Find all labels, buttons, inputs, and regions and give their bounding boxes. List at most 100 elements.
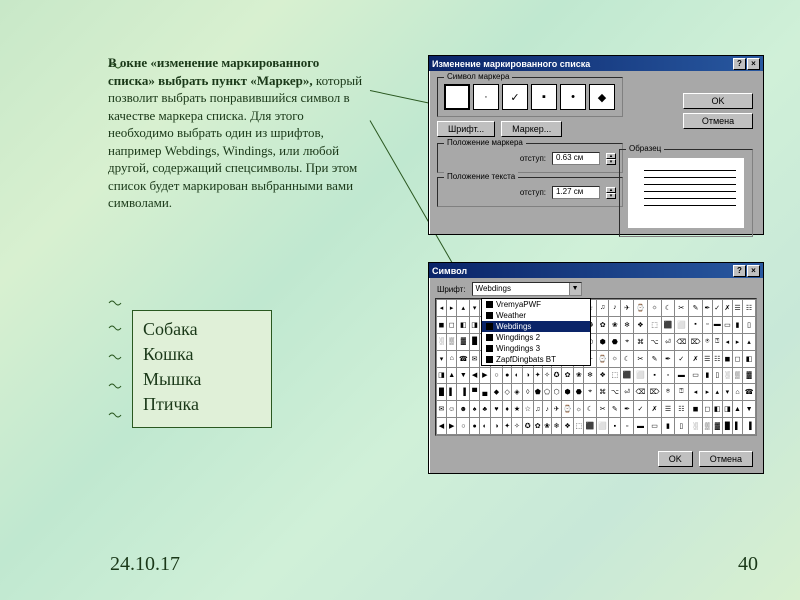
- symbol-cell[interactable]: ✓: [712, 300, 722, 317]
- symbol-cell[interactable]: ☎: [457, 350, 470, 367]
- symbol-cell[interactable]: ☼: [574, 401, 584, 418]
- symbol-cell[interactable]: ♣: [480, 401, 491, 418]
- symbol-cell[interactable]: ✂: [633, 350, 647, 367]
- symbol-cell[interactable]: ✉: [470, 350, 480, 367]
- symbol-cell[interactable]: ☼: [609, 350, 621, 367]
- symbol-cell[interactable]: ◈: [512, 384, 523, 401]
- symbol-cell[interactable]: ☾: [584, 401, 597, 418]
- symbol-cell[interactable]: ◆: [490, 384, 503, 401]
- marker-button[interactable]: Маркер...: [501, 121, 562, 137]
- symbol-cell[interactable]: ▐: [743, 418, 756, 435]
- symbol-cell[interactable]: ✗: [722, 300, 732, 317]
- symbol-cell[interactable]: ◧: [712, 401, 722, 418]
- symbol-cell[interactable]: ⍟: [662, 384, 675, 401]
- symbol-cell[interactable]: ▾: [437, 350, 447, 367]
- symbol-cell[interactable]: ✦: [503, 418, 512, 435]
- symbol-cell[interactable]: ✂: [674, 300, 688, 317]
- symbol-cell[interactable]: ▒: [703, 418, 712, 435]
- marker-option[interactable]: ·: [473, 84, 499, 110]
- symbol-cell[interactable]: ▬: [674, 367, 688, 384]
- symbol-cell[interactable]: ◂: [722, 333, 732, 350]
- symbol-cell[interactable]: ◐: [480, 418, 491, 435]
- font-option[interactable]: Webdings: [482, 321, 590, 332]
- symbol-cell[interactable]: ◻: [703, 401, 712, 418]
- symbol-cell[interactable]: ▒: [732, 367, 742, 384]
- symbol-cell[interactable]: ⬠: [542, 384, 551, 401]
- cancel-button[interactable]: Отмена: [699, 451, 753, 467]
- symbol-cell[interactable]: ⬚: [574, 418, 584, 435]
- font-button[interactable]: Шрифт...: [437, 121, 495, 137]
- symbol-cell[interactable]: ▓: [712, 418, 722, 435]
- ok-button[interactable]: OK: [683, 93, 753, 109]
- symbol-cell[interactable]: ◻: [446, 316, 457, 333]
- symbol-cell[interactable]: ▄: [480, 384, 491, 401]
- symbol-cell[interactable]: ✦: [533, 367, 542, 384]
- symbol-cell[interactable]: ▭: [688, 367, 702, 384]
- symbol-cell[interactable]: ⍰: [712, 333, 722, 350]
- symbol-cell[interactable]: ⬢: [561, 384, 574, 401]
- symbol-cell[interactable]: ⌫: [633, 384, 647, 401]
- symbol-cell[interactable]: ☻: [457, 401, 470, 418]
- symbol-cell[interactable]: ▭: [648, 418, 662, 435]
- symbol-cell[interactable]: ⬢: [596, 333, 609, 350]
- symbol-cell[interactable]: ❄: [584, 367, 597, 384]
- symbol-cell[interactable]: ⬜: [633, 367, 647, 384]
- symbol-cell[interactable]: ◨: [437, 367, 447, 384]
- symbol-cell[interactable]: ⏎: [621, 384, 634, 401]
- symbol-cell[interactable]: ▌: [732, 418, 742, 435]
- symbol-cell[interactable]: ⌦: [648, 384, 662, 401]
- symbol-cell[interactable]: ❀: [574, 367, 584, 384]
- marker-option[interactable]: ✓: [502, 84, 528, 110]
- symbol-cell[interactable]: ☰: [662, 401, 675, 418]
- symbol-cell[interactable]: ❖: [561, 418, 574, 435]
- symbol-cell[interactable]: ✓: [674, 350, 688, 367]
- font-option[interactable]: VremyaPWF: [482, 299, 590, 310]
- symbol-cell[interactable]: ♫: [533, 401, 542, 418]
- symbol-cell[interactable]: ▸: [703, 384, 712, 401]
- close-icon[interactable]: ×: [747, 58, 760, 70]
- symbol-cell[interactable]: ◑: [522, 367, 533, 384]
- symbol-cell[interactable]: ✈: [621, 300, 634, 317]
- symbol-cell[interactable]: ▲: [732, 401, 742, 418]
- symbol-cell[interactable]: ▪: [648, 367, 662, 384]
- symbol-cell[interactable]: ✧: [512, 418, 523, 435]
- symbol-cell[interactable]: ▴: [457, 300, 470, 317]
- text-indent-field[interactable]: 1.27 см: [552, 186, 600, 199]
- symbol-cell[interactable]: ♪: [542, 401, 551, 418]
- marker-option[interactable]: •: [560, 84, 586, 110]
- symbol-cell[interactable]: ▴: [743, 333, 756, 350]
- symbol-cell[interactable]: ⏎: [662, 333, 675, 350]
- symbol-cell[interactable]: ❀: [542, 418, 551, 435]
- symbol-cell[interactable]: ✪: [552, 367, 561, 384]
- symbol-cell[interactable]: ⌥: [648, 333, 662, 350]
- symbol-cell[interactable]: ⬛: [621, 367, 634, 384]
- symbol-cell[interactable]: ▲: [446, 367, 457, 384]
- symbol-cell[interactable]: ✿: [596, 316, 609, 333]
- symbol-cell[interactable]: ▯: [743, 316, 756, 333]
- symbol-cell[interactable]: ❄: [621, 316, 634, 333]
- symbol-cell[interactable]: ▾: [722, 384, 732, 401]
- symbol-cell[interactable]: ▫: [662, 367, 675, 384]
- symbol-cell[interactable]: ▬: [633, 418, 647, 435]
- symbol-cell[interactable]: ⌚: [596, 350, 609, 367]
- symbol-cell[interactable]: ☰: [703, 350, 712, 367]
- font-option[interactable]: Wingdings 3: [482, 343, 590, 354]
- symbol-cell[interactable]: ✗: [648, 401, 662, 418]
- symbol-cell[interactable]: ☾: [662, 300, 675, 317]
- symbol-cell[interactable]: ▸: [732, 333, 742, 350]
- symbol-cell[interactable]: ○: [490, 367, 503, 384]
- symbol-cell[interactable]: ⍟: [703, 333, 712, 350]
- symbol-cell[interactable]: ✪: [522, 418, 533, 435]
- symbol-cell[interactable]: ⌂: [446, 350, 457, 367]
- marker-option[interactable]: ◆: [589, 84, 615, 110]
- symbol-cell[interactable]: ⌦: [688, 333, 702, 350]
- symbol-cell[interactable]: ▯: [674, 418, 688, 435]
- symbol-cell[interactable]: ✉: [437, 401, 447, 418]
- marker-indent-field[interactable]: 0.63 см: [552, 152, 600, 165]
- symbol-cell[interactable]: ◀: [437, 418, 447, 435]
- symbol-cell[interactable]: ✎: [609, 401, 621, 418]
- symbol-cell[interactable]: ♪: [609, 300, 621, 317]
- symbol-cell[interactable]: ▶: [446, 418, 457, 435]
- symbol-cell[interactable]: ♦: [503, 401, 512, 418]
- symbol-cell[interactable]: ░: [722, 367, 732, 384]
